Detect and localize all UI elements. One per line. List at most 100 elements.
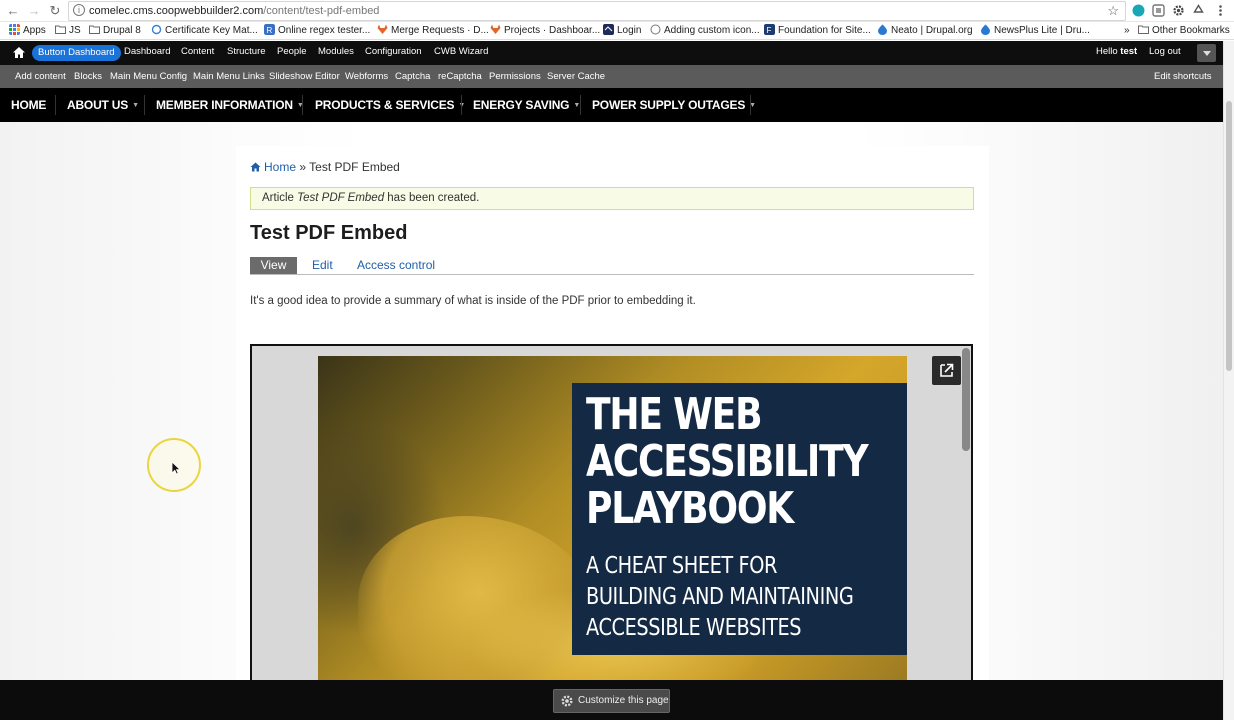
- forward-icon[interactable]: →: [26, 3, 42, 19]
- tab-edit[interactable]: Edit: [312, 257, 333, 274]
- user-greeting: Hello test: [1096, 46, 1137, 57]
- shortcut-slideshow-editor[interactable]: Slideshow Editor: [269, 71, 340, 82]
- url-host: comelec.cms.coopwebbuilder2.com: [89, 5, 264, 17]
- cover-title-line: THE WEB: [586, 389, 763, 440]
- button-dashboard[interactable]: Button Dashboard: [32, 45, 121, 61]
- back-icon[interactable]: ←: [5, 3, 21, 19]
- customize-page-button[interactable]: Customize this page: [553, 689, 670, 713]
- extension-gear-icon[interactable]: [1172, 4, 1185, 17]
- nav-item-home[interactable]: HOME: [11, 98, 46, 112]
- page-scrollbar-thumb[interactable]: [1226, 101, 1232, 371]
- nav-item-about-us[interactable]: ABOUT US ▼: [67, 98, 139, 112]
- pdf-viewer[interactable]: THE WEB ACCESSIBILITY PLAYBOOK A CHEAT S…: [250, 344, 973, 680]
- bookmark-regex[interactable]: R Online regex tester...: [264, 24, 370, 38]
- mouse-pointer-icon: [171, 461, 181, 475]
- extension-square-icon[interactable]: [1152, 4, 1165, 17]
- admin-item-cwb-wizard[interactable]: CWB Wizard: [434, 46, 488, 57]
- tab-access-control[interactable]: Access control: [357, 257, 435, 274]
- nav-item-member-information[interactable]: MEMBER INFORMATION ▼: [156, 98, 304, 112]
- popout-button[interactable]: [932, 356, 961, 385]
- page-scrollbar[interactable]: [1223, 41, 1234, 720]
- admin-item-dashboard[interactable]: Dashboard: [124, 46, 170, 57]
- bookmark-label: Online regex tester...: [278, 25, 371, 36]
- username[interactable]: test: [1120, 46, 1137, 57]
- bookmark-label: Adding custom icon...: [664, 25, 760, 36]
- nav-label: ENERGY SAVING: [473, 98, 570, 112]
- admin-item-content[interactable]: Content: [181, 46, 214, 57]
- bookmark-newsplus[interactable]: NewsPlus Lite | Dru...: [980, 24, 1090, 38]
- bookmark-certificate[interactable]: Certificate Key Mat...: [151, 24, 258, 38]
- bookmark-star-icon[interactable]: ☆: [1107, 3, 1119, 19]
- info-icon[interactable]: i: [73, 4, 85, 16]
- cover-title-line: ACCESSIBILITY: [586, 436, 869, 487]
- breadcrumb-home-link[interactable]: Home: [250, 160, 296, 174]
- admin-item-structure[interactable]: Structure: [227, 46, 266, 57]
- gitlab-icon: [377, 24, 388, 34]
- bookmark-login[interactable]: Login: [603, 24, 641, 38]
- shortcut-permissions[interactable]: Permissions: [489, 71, 541, 82]
- shortcut-webforms[interactable]: Webforms: [345, 71, 388, 82]
- bookmark-other[interactable]: Other Bookmarks: [1138, 24, 1230, 38]
- address-bar[interactable]: i comelec.cms.coopwebbuilder2.com/conten…: [68, 1, 1126, 21]
- bookmark-apps[interactable]: Apps: [9, 24, 46, 38]
- edit-shortcuts-link[interactable]: Edit shortcuts: [1154, 71, 1212, 82]
- extension-recycle-icon[interactable]: [1192, 4, 1205, 17]
- shortcut-captcha[interactable]: Captcha: [395, 71, 430, 82]
- folder-icon: [55, 25, 66, 34]
- reload-icon[interactable]: ↻: [47, 3, 63, 19]
- customize-label: Customize this page: [578, 695, 669, 706]
- shortcut-blocks[interactable]: Blocks: [74, 71, 102, 82]
- toolbar-toggle-button[interactable]: [1197, 44, 1216, 62]
- gitlab-icon: [490, 24, 501, 34]
- drupal-icon: [981, 24, 990, 35]
- bookmark-js[interactable]: JS: [55, 24, 81, 38]
- shortcuts-bar: Add content Blocks Main Menu Config Main…: [0, 65, 1223, 88]
- greeting-prefix: Hello: [1096, 46, 1121, 57]
- bookmark-custom-icon[interactable]: Adding custom icon...: [650, 24, 760, 38]
- status-prefix: Article: [262, 192, 298, 204]
- extension-teal-icon[interactable]: [1132, 4, 1145, 17]
- bookmark-projects[interactable]: Projects · Dashboar...: [490, 24, 600, 38]
- site-main-nav: HOME ABOUT US ▼ MEMBER INFORMATION ▼ PRODU…: [0, 88, 1223, 122]
- bookmark-foundation[interactable]: F Foundation for Site...: [764, 24, 871, 38]
- browser-menu-icon[interactable]: [1214, 4, 1227, 17]
- admin-item-people[interactable]: People: [277, 46, 307, 57]
- home-icon[interactable]: [12, 46, 26, 59]
- nav-divider: [461, 95, 462, 115]
- bookmark-merge-requests[interactable]: Merge Requests · D...: [377, 24, 489, 38]
- shortcut-add-content[interactable]: Add content: [15, 71, 66, 82]
- bookmark-label: Neato | Drupal.org: [891, 25, 973, 36]
- admin-item-modules[interactable]: Modules: [318, 46, 354, 57]
- bookmark-label: Apps: [23, 25, 46, 36]
- bookmarks-overflow-chevron[interactable]: »: [1124, 24, 1130, 38]
- certificate-icon: [151, 24, 162, 35]
- nav-label: POWER SUPPLY OUTAGES: [592, 98, 746, 112]
- shortcut-server-cache[interactable]: Server Cache: [547, 71, 605, 82]
- logout-link[interactable]: Log out: [1149, 46, 1181, 57]
- nav-item-products-services[interactable]: PRODUCTS & SERVICES▼: [315, 98, 465, 112]
- page-icon: [650, 24, 661, 35]
- url-path: /content/test-pdf-embed: [263, 5, 380, 17]
- breadcrumb-separator: »: [296, 160, 310, 174]
- pdf-scrollbar[interactable]: [962, 348, 970, 451]
- open-external-icon: [940, 363, 954, 377]
- admin-item-configuration[interactable]: Configuration: [365, 46, 422, 57]
- svg-text:F: F: [767, 26, 772, 35]
- nav-item-energy-saving[interactable]: ENERGY SAVING ▼: [473, 98, 580, 112]
- pdf-cover-page: THE WEB ACCESSIBILITY PLAYBOOK A CHEAT S…: [318, 356, 907, 680]
- login-icon: [603, 24, 614, 35]
- nav-label: HOME: [11, 98, 47, 112]
- nav-item-power-supply-outages[interactable]: POWER SUPPLY OUTAGES ▼: [592, 98, 756, 112]
- foundation-icon: F: [764, 24, 775, 35]
- bookmark-label: Login: [617, 25, 642, 36]
- cover-title-line: PLAYBOOK: [586, 483, 794, 534]
- tab-view[interactable]: View: [250, 257, 297, 274]
- shortcut-main-menu-links[interactable]: Main Menu Links: [193, 71, 265, 82]
- bookmark-drupal8[interactable]: Drupal 8: [89, 24, 141, 38]
- shortcut-main-menu-config[interactable]: Main Menu Config: [110, 71, 187, 82]
- browser-toolbar: ← → ↻ i comelec.cms.coopwebbuilder2.com/…: [0, 0, 1234, 22]
- bookmark-neato[interactable]: Neato | Drupal.org: [877, 24, 973, 38]
- gear-icon: [561, 695, 573, 707]
- shortcut-recaptcha[interactable]: reCaptcha: [438, 71, 482, 82]
- dropdown-caret-icon: ▼: [132, 102, 139, 109]
